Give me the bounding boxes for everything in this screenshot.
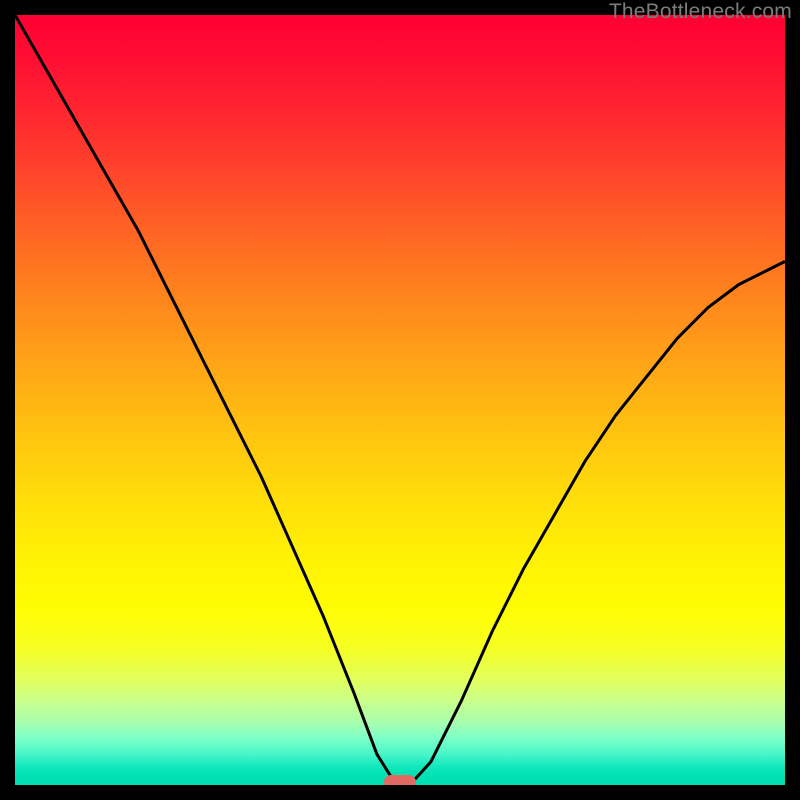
plot-area	[15, 15, 785, 785]
bottleneck-curve	[15, 15, 785, 780]
chart-container: TheBottleneck.com	[0, 0, 800, 800]
curve-svg	[15, 15, 785, 785]
optimal-point-marker	[384, 775, 416, 785]
